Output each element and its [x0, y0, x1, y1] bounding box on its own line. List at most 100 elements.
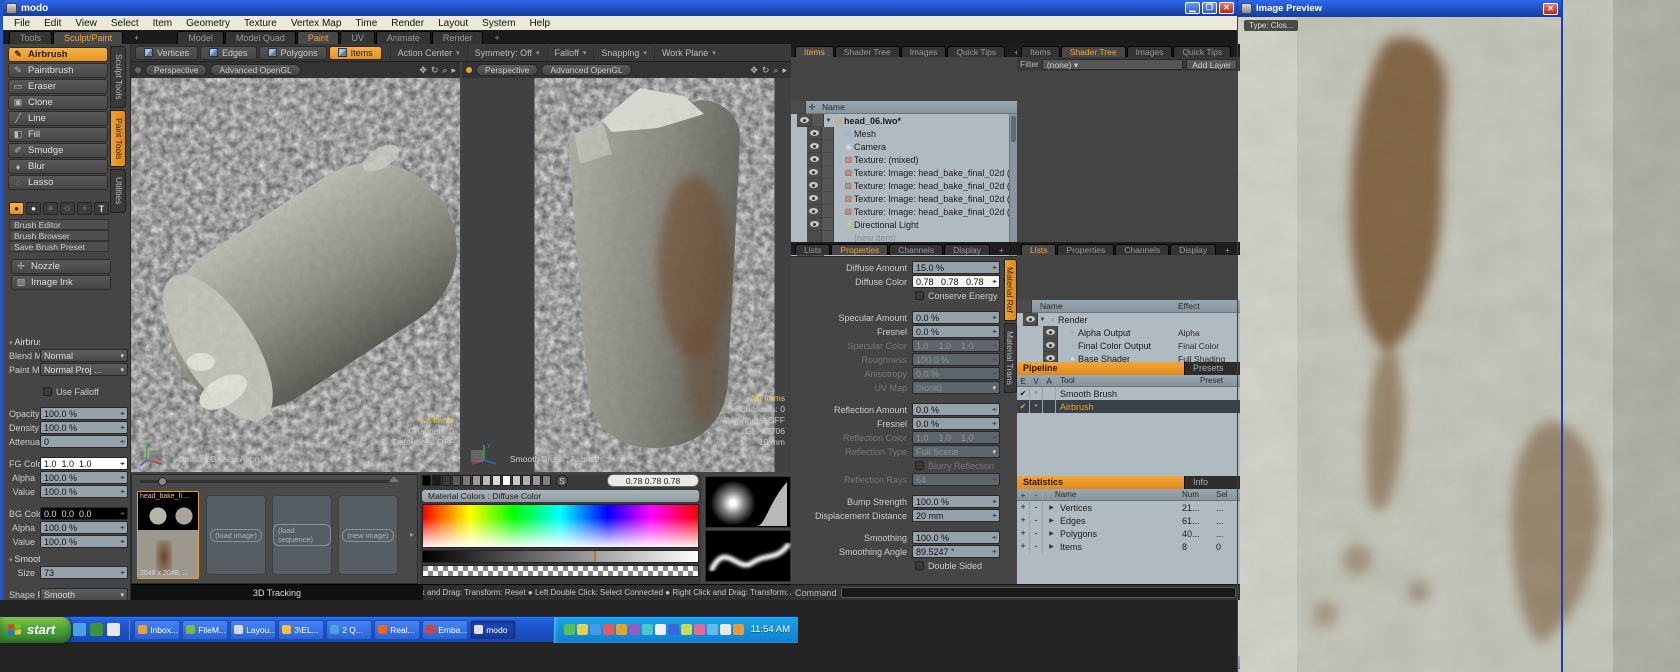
stepper-icon[interactable]: ◂▸: [120, 460, 124, 467]
stepper-icon[interactable]: ◂▸: [992, 370, 996, 377]
quick-launch-icon[interactable]: [107, 623, 120, 636]
stepper-icon[interactable]: ◂▸: [992, 314, 996, 321]
panel-tab[interactable]: Channels: [1115, 244, 1169, 255]
property-field[interactable]: 100.0 % ▾ ◂▸: [40, 421, 128, 434]
tool-button[interactable]: ✎ Paintbrush: [8, 63, 108, 78]
taskbar-window-button[interactable]: 2 Q...: [326, 620, 372, 640]
menu-item[interactable]: Time: [348, 18, 384, 29]
selection-mode-button[interactable]: Vertices: [135, 46, 198, 60]
property-field[interactable]: 100.0 % ▾ ◂▸: [912, 495, 1000, 508]
panel-tab[interactable]: +: [1232, 47, 1240, 57]
panel-tab[interactable]: Properties: [831, 244, 888, 255]
filter-dropdown[interactable]: (none) ▾: [1042, 59, 1183, 70]
stepper-icon[interactable]: ◂▸: [992, 342, 996, 349]
stepper-icon[interactable]: ◂▸: [120, 510, 124, 517]
color-swatch[interactable]: [502, 475, 511, 486]
tool-button[interactable]: ◌ Lasso: [8, 175, 108, 190]
menu-item[interactable]: System: [475, 18, 522, 29]
viewport-view-button[interactable]: Perspective: [145, 64, 207, 76]
stepper-icon[interactable]: ◂▸: [992, 356, 996, 363]
menu-item[interactable]: Select: [104, 18, 146, 29]
taskbar-window-button[interactable]: Inbox...: [134, 620, 180, 640]
expander-icon[interactable]: ▶: [1047, 530, 1056, 537]
panel-tab[interactable]: Quick Tips: [1173, 46, 1231, 57]
panel-tab[interactable]: Images: [1127, 46, 1173, 57]
tray-icon[interactable]: [707, 624, 718, 635]
property-field[interactable]: 100.0 % ▾ ◂▸: [40, 407, 128, 420]
property-field[interactable]: Blurry Reflection ▾ ◂▸: [912, 459, 1000, 472]
brush-tip-button[interactable]: ✧: [77, 202, 92, 215]
tray-icon[interactable]: [642, 624, 653, 635]
property-field[interactable]: Double Sided ▾ ◂▸: [912, 559, 1000, 572]
property-field[interactable]: Normal ▾ ◂▸: [40, 349, 128, 362]
expander-icon[interactable]: ▼: [1038, 317, 1047, 323]
sidebar-vertical-tab[interactable]: Sculpt Tools: [110, 46, 126, 108]
panel-tab[interactable]: Channels: [889, 244, 943, 255]
item-row[interactable]: ▨ Texture: Image: head_bake_final_02d (3…: [791, 166, 1017, 179]
stepper-icon[interactable]: ◂▸: [120, 524, 124, 531]
color-swatch[interactable]: [472, 475, 481, 486]
menu-item[interactable]: Geometry: [179, 18, 237, 29]
strip-expand-arrow-icon[interactable]: ▸: [410, 530, 414, 539]
statistics-row[interactable]: + - ▶ Polygons 40... ...: [1017, 527, 1240, 540]
color-swatch[interactable]: [532, 475, 541, 486]
material-vertical-tab[interactable]: Material Ref: [1004, 259, 1017, 321]
visibility-cell[interactable]: [807, 192, 822, 205]
property-field[interactable]: 100.0 % ▾ ◂▸: [40, 485, 128, 498]
item-row[interactable]: ▨ Texture: Image: head_bake_final_02d (6…: [791, 205, 1017, 218]
panel-tab[interactable]: Quick Tips: [947, 46, 1005, 57]
modo-titlebar[interactable]: modo ▁ ❐ ✕: [3, 0, 1237, 16]
visibility-cell[interactable]: [1023, 313, 1038, 326]
brush-tip-button[interactable]: T: [94, 202, 109, 215]
menu-item[interactable]: Layout: [431, 18, 475, 29]
visible-dot[interactable]: ●: [1030, 387, 1043, 400]
panel-tab[interactable]: Display: [1170, 244, 1216, 255]
stepper-icon[interactable]: ◂▸: [120, 438, 124, 445]
tool-button[interactable]: ♦ Blur: [8, 159, 108, 174]
taskbar-window-button[interactable]: Layou...: [230, 620, 276, 640]
stepper-icon[interactable]: ◂▸: [992, 498, 996, 505]
select-add-button[interactable]: +: [1017, 501, 1030, 514]
expand-icon[interactable]: ▸: [451, 65, 456, 76]
stepper-icon[interactable]: ◂▸: [992, 328, 996, 335]
menu-item[interactable]: Render: [384, 18, 431, 29]
property-field[interactable]: 0.78 0.78 0.78 ▾ ◂▸: [912, 275, 1000, 288]
panel-tab[interactable]: Shader Tree: [1061, 46, 1126, 57]
tool-button[interactable]: ✐ Smudge: [8, 143, 108, 158]
visibility-cell[interactable]: [807, 218, 822, 231]
visibility-cell[interactable]: [807, 166, 822, 179]
stepper-icon[interactable]: ◂▸: [992, 420, 996, 427]
item-row[interactable]: ▼ ▤ head_06.lwo*: [791, 114, 1017, 127]
layout-tab[interactable]: UV: [340, 31, 375, 44]
layout-tab[interactable]: Model: [177, 31, 224, 44]
checkbox-icon[interactable]: [915, 291, 924, 300]
property-field[interactable]: 1.0 1.0 1.0 ▾ ◂▸: [40, 457, 128, 470]
stepper-icon[interactable]: ◂▸: [992, 434, 996, 441]
toolbar-dropdown[interactable]: Snapping: [593, 46, 654, 60]
property-field[interactable]: 89.5247 ° ▾ ◂▸: [912, 545, 1000, 558]
saturation-button[interactable]: S: [556, 475, 568, 487]
visibility-cell[interactable]: [807, 140, 822, 153]
shader-row[interactable]: ▼ ● Render: [1017, 313, 1240, 326]
menu-item[interactable]: Help: [522, 18, 557, 29]
hue-saturation-field[interactable]: [422, 504, 699, 548]
stepper-icon[interactable]: ◂▸: [120, 488, 124, 495]
brush-link[interactable]: Brush Browser: [9, 230, 109, 241]
property-field[interactable]: 100.0 % ▾ ◂▸: [40, 535, 128, 548]
statistics-row[interactable]: + - ▶ Items 8 0: [1017, 540, 1240, 553]
tray-icon[interactable]: [629, 624, 640, 635]
image-thumbnail[interactable]: head_bake_fi ... 2048 x 2048, ...: [137, 491, 199, 579]
auto-cell[interactable]: [1043, 387, 1056, 400]
property-field[interactable]: 0 ▾ ◂▸: [40, 435, 128, 448]
item-row[interactable]: ☀ Directional Light: [791, 218, 1017, 231]
alpha-strip[interactable]: [422, 565, 699, 577]
item-row[interactable]: ▨ Texture: (mixed): [791, 153, 1017, 166]
strip-scale-slider[interactable]: [140, 480, 390, 483]
viewport-right[interactable]: Perspective Advanced OpenGL ✥ ↻ ⌕ ▸: [462, 62, 791, 472]
stepper-icon[interactable]: ◂▸: [992, 548, 996, 555]
property-field[interactable]: 100.0 % ▾ ◂▸: [40, 521, 128, 534]
property-field[interactable]: 1.0 1.0 1.0 ▾ ◂▸: [912, 339, 1000, 352]
value-slider[interactable]: [422, 550, 699, 563]
property-field[interactable]: 0.0 % ▾ ◂▸: [912, 403, 1000, 416]
layout-tab[interactable]: Render: [432, 31, 484, 44]
